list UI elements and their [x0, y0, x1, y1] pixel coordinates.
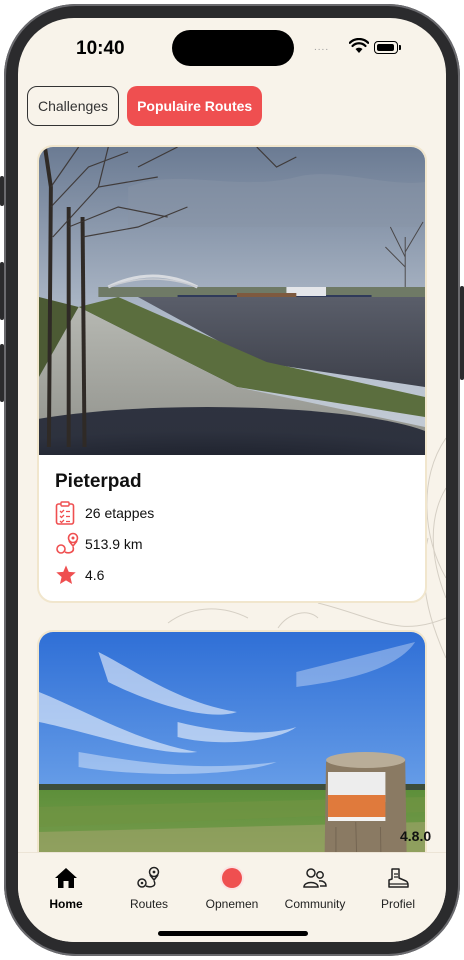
mute-switch: [0, 176, 4, 206]
record-icon: [192, 863, 272, 893]
nav-routes[interactable]: Routes: [109, 863, 189, 911]
tab-popular-routes[interactable]: Populaire Routes: [127, 86, 263, 126]
route-rating-text: 4.6: [85, 566, 105, 583]
boot-icon: [358, 863, 438, 893]
volume-down-button: [0, 344, 4, 402]
canal-path-photo: [39, 147, 425, 455]
wifi-icon: [349, 38, 369, 53]
volume-up-button: [0, 262, 4, 320]
dynamic-island: [172, 30, 294, 66]
power-button: [460, 286, 464, 380]
status-bar: 10:40 ....: [18, 18, 446, 78]
route-card-pieterpad[interactable]: Pieterpad 26 etappes 513.9 km 4.6: [37, 145, 427, 603]
route-map-pin-icon: [55, 531, 85, 557]
bottom-nav: Home Routes Opnemen Community Profiel: [18, 852, 446, 942]
nav-routes-label: Routes: [129, 897, 169, 911]
route-card-body: Pieterpad 26 etappes 513.9 km 4.6: [39, 455, 425, 590]
star-icon: [55, 562, 85, 588]
clipboard-list-icon: [55, 500, 85, 526]
nav-profile[interactable]: Profiel: [358, 863, 438, 911]
nav-profile-label: Profiel: [380, 897, 415, 911]
route-rating: 4.6: [55, 559, 425, 590]
home-indicator[interactable]: [158, 931, 308, 936]
nav-community-label: Community: [284, 897, 346, 911]
community-icon: [275, 863, 355, 893]
battery-icon: [374, 41, 401, 54]
nav-home[interactable]: Home: [26, 863, 106, 911]
tab-bar: Challenges Populaire Routes: [27, 86, 263, 126]
nav-record-label: Opnemen: [205, 897, 259, 911]
app-version: 4.8.0: [400, 828, 432, 844]
status-time: 10:40: [76, 38, 125, 59]
route-icon: [109, 863, 189, 893]
signal-dots: ....: [314, 42, 330, 53]
nav-home-label: Home: [49, 897, 83, 911]
route-distance: 513.9 km: [55, 528, 425, 559]
tab-challenges[interactable]: Challenges: [27, 86, 120, 126]
app-screen: 10:40 .... Challenges Populaire Routes P…: [18, 18, 446, 942]
route-card-2[interactable]: [37, 630, 427, 890]
nav-community[interactable]: Community: [275, 863, 355, 911]
route-stages: 26 etappes: [55, 497, 425, 528]
route-distance-text: 513.9 km: [85, 535, 143, 552]
route-name: Pieterpad: [55, 471, 142, 492]
home-icon: [26, 863, 106, 893]
nav-record[interactable]: Opnemen: [192, 863, 272, 911]
route-stages-text: 26 etappes: [85, 504, 155, 521]
